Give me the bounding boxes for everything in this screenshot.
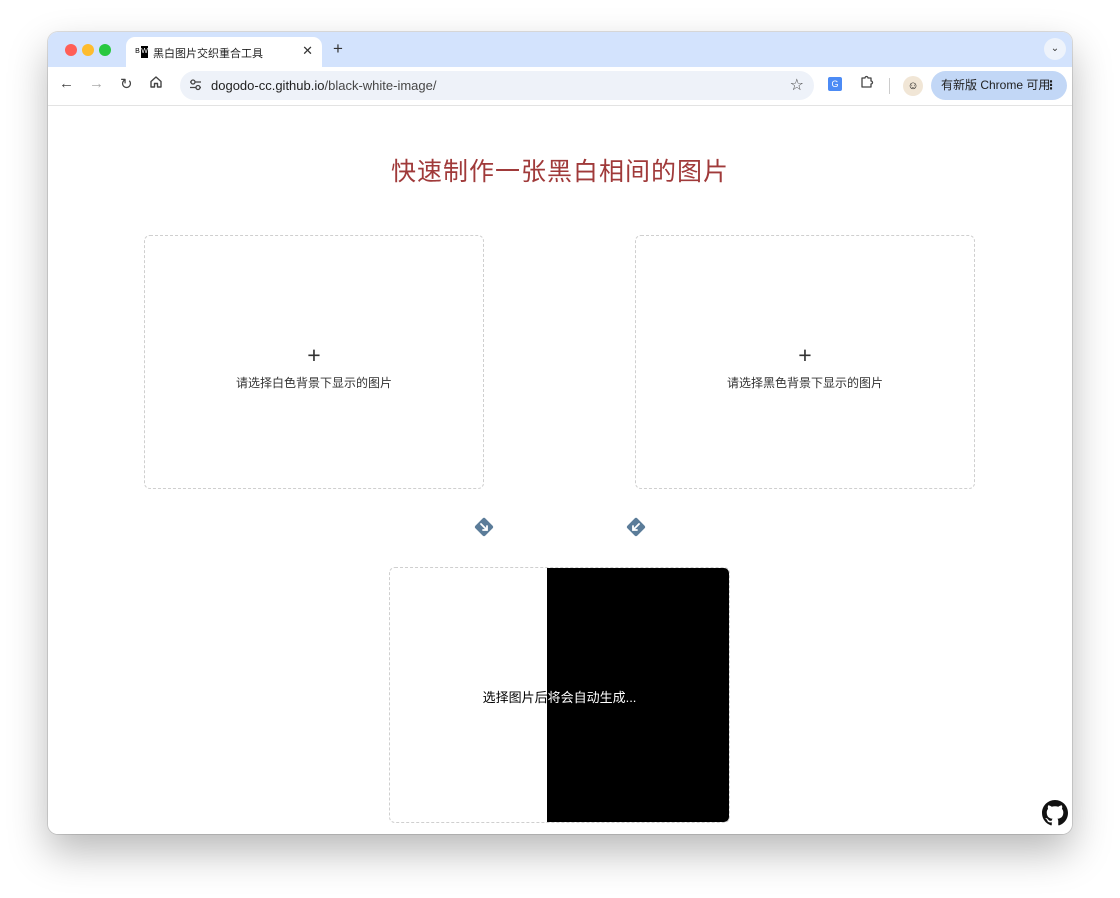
update-label: 有新版 Chrome 可用 [941,78,1051,92]
site-settings-icon[interactable] [189,78,202,94]
upload-black-image[interactable]: + 请选择黑色背景下显示的图片 [635,235,975,489]
close-window-button[interactable] [65,44,77,56]
merge-arrow-right-icon [625,516,646,537]
home-icon[interactable] [149,75,163,93]
bookmark-star-icon[interactable]: ☆ [790,75,804,95]
url-host: dogodo-cc.github.io [211,78,325,93]
upload-black-label: 请选择黑色背景下显示的图片 [726,376,883,390]
chrome-update-button[interactable]: 有新版 Chrome 可用 ⋮ [931,71,1067,100]
url-path: /black-white-image/ [324,78,437,93]
toolbar-divider [889,78,890,94]
upload-white-image[interactable]: + 请选择白色背景下显示的图片 [144,235,484,489]
forward-icon[interactable]: → [89,75,104,92]
maximize-window-button[interactable] [99,44,111,56]
url-text: dogodo-cc.github.io/black-white-image/ [211,78,436,93]
tab-title: 黑白图片交织重合工具 [153,48,263,60]
tab-search-button[interactable]: ⌄ [1044,38,1066,60]
browser-window: B W 黑白图片交织重合工具 ✕ + ⌄ ← → ↻ dogodo-cc.git… [48,32,1072,834]
tab-close-icon[interactable]: ✕ [302,43,313,59]
browser-toolbar: ← → ↻ dogodo-cc.github.io/black-white-im… [48,67,1072,106]
favicon-letter-w: W [141,46,148,58]
new-tab-button[interactable]: + [333,39,343,59]
plus-icon: + [798,342,812,368]
reload-icon[interactable]: ↻ [120,75,133,93]
address-bar[interactable]: dogodo-cc.github.io/black-white-image/ ☆ [180,71,814,100]
back-icon[interactable]: ← [59,75,74,92]
result-placeholder-text: 选择图片后将会自动生成... [390,687,729,706]
page-title: 快速制作一张黑白相间的图片 [390,158,729,186]
tab-active[interactable]: B W 黑白图片交织重合工具 ✕ [126,37,322,67]
merge-arrow-left-icon [473,516,494,537]
more-menu-icon[interactable]: ⋮ [1045,71,1057,100]
profile-avatar[interactable]: ☺ [903,76,923,96]
extensions-puzzle-icon[interactable] [859,74,875,94]
minimize-window-button[interactable] [82,44,94,56]
result-text-light: 将会自动生成... [547,690,637,705]
upload-white-label: 请选择白色背景下显示的图片 [235,376,392,390]
favicon-icon: B W [134,46,148,58]
result-preview: 选择图片后将会自动生成... [389,567,730,823]
github-icon[interactable] [1042,800,1068,826]
result-text-dark: 选择图片后 [482,690,548,705]
plus-icon: + [307,342,321,368]
favicon-letter-b: B [134,46,141,58]
page-content: 快速制作一张黑白相间的图片 + 请选择白色背景下显示的图片 + 请选择黑色背景下… [48,106,1072,834]
translate-icon[interactable]: G [828,77,842,91]
tab-strip: B W 黑白图片交织重合工具 ✕ + ⌄ [48,32,1072,67]
